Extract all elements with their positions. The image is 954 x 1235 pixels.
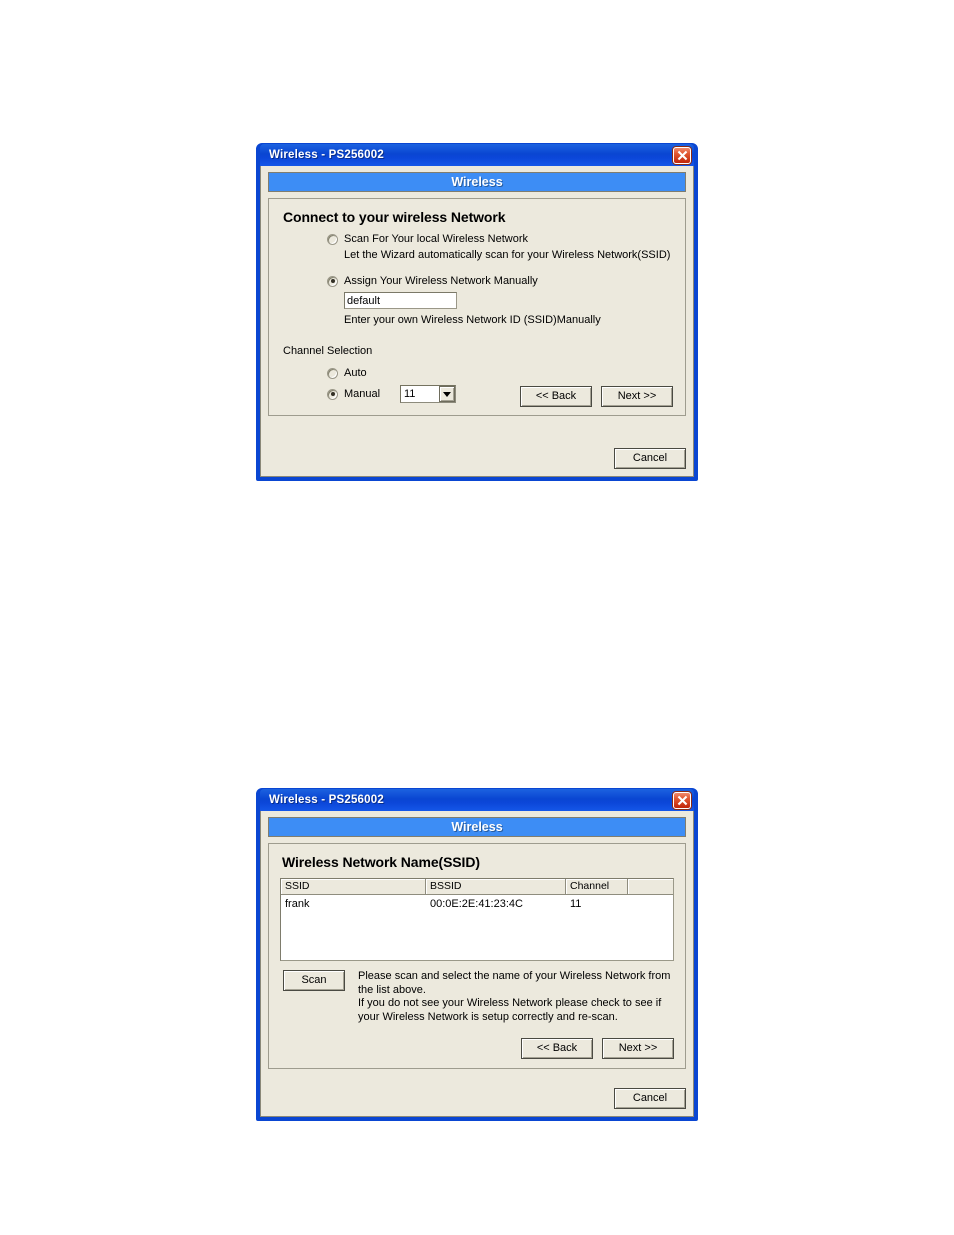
ssid-input-hint: Enter your own Wireless Network ID (SSID…: [344, 314, 601, 326]
dialog-2-cancel-strip: Cancel: [614, 1088, 686, 1109]
dialog-2-nav-buttons: << Back Next >>: [521, 1038, 674, 1059]
option-scan-network[interactable]: Scan For Your local Wireless Network: [327, 233, 673, 245]
back-button[interactable]: << Back: [520, 386, 592, 407]
close-icon[interactable]: [673, 146, 691, 164]
table-header-row: SSID BSSID Channel: [281, 879, 673, 895]
ssid-list-panel: Wireless Network Name(SSID) SSID BSSID C…: [268, 843, 686, 1069]
cancel-button[interactable]: Cancel: [614, 448, 686, 469]
ssid-table[interactable]: SSID BSSID Channel frank 00:0E:2E:41:23:…: [280, 878, 674, 961]
next-button[interactable]: Next >>: [602, 1038, 674, 1059]
option-scan-network-label: Scan For Your local Wireless Network: [344, 233, 529, 245]
scan-instructions: Please scan and select the name of your …: [358, 970, 671, 1023]
column-header-ssid[interactable]: SSID: [281, 879, 426, 895]
column-header-extra[interactable]: [628, 879, 673, 895]
cell-ssid: frank: [285, 897, 310, 910]
dialog-1-cancel-strip: Cancel: [614, 448, 686, 469]
banner-wireless: Wireless: [268, 817, 686, 837]
scan-section: Scan Please scan and select the name of …: [280, 970, 674, 1024]
cell-channel: 11: [570, 897, 582, 910]
page-title: Connect to your wireless Network: [283, 209, 506, 225]
window-title: Wireless - PS256002: [269, 149, 384, 161]
scan-button[interactable]: Scan: [283, 970, 345, 991]
page-title: Wireless Network Name(SSID): [282, 854, 480, 870]
radio-channel-auto[interactable]: [327, 367, 338, 379]
channel-select[interactable]: 11: [400, 385, 456, 403]
column-header-bssid[interactable]: BSSID: [426, 879, 566, 895]
option-scan-network-hint: Let the Wizard automatically scan for yo…: [344, 249, 671, 261]
cell-bssid: 00:0E:2E:41:23:4C: [430, 897, 523, 910]
wireless-wizard-dialog-2: Wireless - PS256002 Wireless Wireless Ne…: [256, 788, 698, 1121]
radio-channel-manual[interactable]: [327, 388, 338, 400]
window-title: Wireless - PS256002: [269, 794, 384, 806]
titlebar-dialog-1[interactable]: Wireless - PS256002: [260, 144, 694, 166]
titlebar-dialog-2[interactable]: Wireless - PS256002: [260, 789, 694, 811]
chevron-down-icon[interactable]: [439, 386, 455, 402]
option-channel-auto[interactable]: Auto: [327, 367, 673, 379]
dialog-1-body: Wireless Connect to your wireless Networ…: [260, 166, 694, 477]
column-header-channel[interactable]: Channel: [566, 879, 628, 895]
connect-panel: Connect to your wireless Network Scan Fo…: [268, 198, 686, 416]
banner-wireless: Wireless: [268, 172, 686, 192]
option-channel-auto-label: Auto: [344, 367, 367, 379]
next-button[interactable]: Next >>: [601, 386, 673, 407]
ssid-input[interactable]: [344, 292, 457, 309]
wireless-wizard-dialog-1: Wireless - PS256002 Wireless Connect to …: [256, 143, 698, 481]
close-icon[interactable]: [673, 791, 691, 809]
back-button[interactable]: << Back: [521, 1038, 593, 1059]
option-channel-manual[interactable]: Manual: [327, 388, 391, 400]
dialog-2-body: Wireless Wireless Network Name(SSID) SSI…: [260, 811, 694, 1117]
radio-assign-manually[interactable]: [327, 275, 338, 287]
option-assign-manually[interactable]: Assign Your Wireless Network Manually: [327, 275, 673, 287]
table-row[interactable]: frank 00:0E:2E:41:23:4C 11: [281, 895, 673, 912]
channel-selection-label: Channel Selection: [283, 345, 373, 357]
option-assign-manually-label: Assign Your Wireless Network Manually: [344, 275, 538, 287]
option-channel-manual-label: Manual: [344, 388, 381, 400]
cancel-button[interactable]: Cancel: [614, 1088, 686, 1109]
radio-scan-network[interactable]: [327, 233, 338, 245]
dialog-1-nav-buttons: << Back Next >>: [520, 386, 673, 407]
channel-select-value: 11: [404, 388, 416, 400]
